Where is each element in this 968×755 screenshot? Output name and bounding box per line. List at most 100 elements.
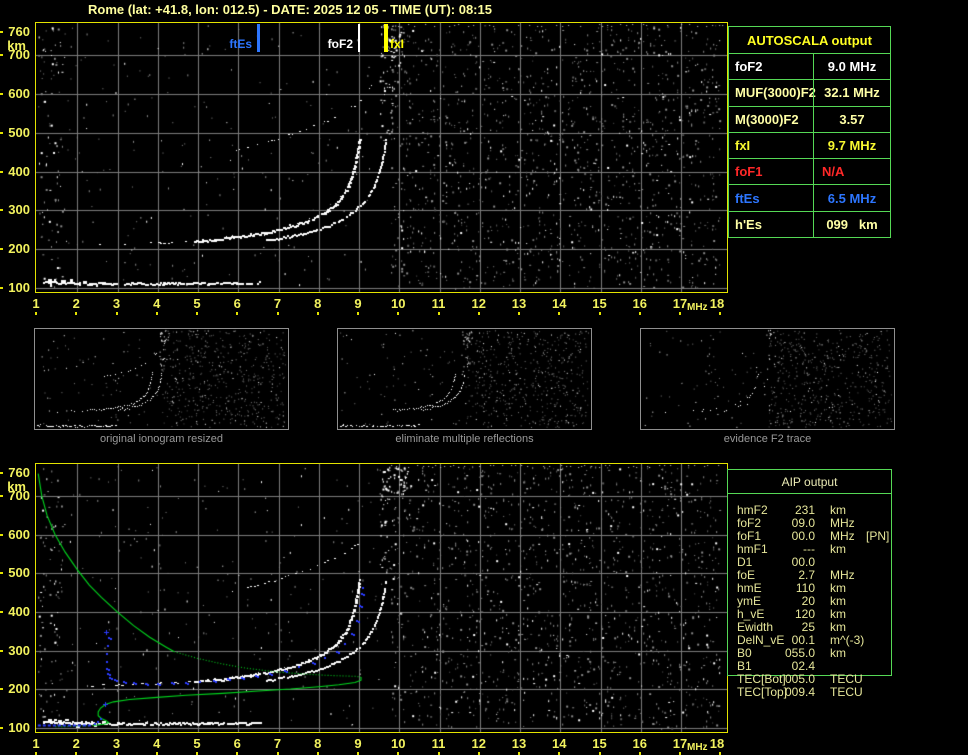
thumbnail-caption-original: original ionogram resized [34,433,289,445]
x-tick-label: 2 [73,736,80,751]
aip-row-unit: TECU [830,686,863,699]
x-axis-tick [236,312,238,315]
y-axis-tick [0,572,3,574]
x-tick-label: 3 [113,296,120,311]
x-tick-label: 11 [432,736,446,751]
x-tick-label: 6 [234,736,241,751]
x-tick-label: 14 [552,736,566,751]
page-title: Rome (lat: +41.8, lon: 012.5) - DATE: 20… [88,2,492,17]
autoscala-row-value: 32.1 MHz [813,79,890,105]
y-axis-tick [0,472,3,474]
x-tick-label: 15 [592,296,606,311]
x-tick-label: 17 [673,736,687,751]
x-tick-label: 7 [274,736,281,751]
y-axis-tick [0,534,3,536]
x-tick-label: 1 [32,736,39,751]
x-tick-label: 9 [354,296,361,311]
aip-row-unit: km [830,543,846,556]
y-axis-tick [0,287,3,289]
autoscala-row-label: foF2 [729,53,813,79]
x-tick-label: 16 [633,296,647,311]
autoscala-row-value: 6.5 MHz [813,184,890,210]
autoscala-table-grid: AUTOSCALA output foF29.0 MHzMUF(3000)F23… [728,26,891,238]
ionogram-plot-bottom [35,463,728,733]
x-axis-tick [639,312,641,315]
y-axis-tick [0,209,3,211]
x-axis-tick [679,312,681,315]
x-axis-tick [518,312,520,315]
x-tick-label: 7 [274,296,281,311]
y-tick-label: 600 [0,86,30,101]
autoscala-row-label: foF1 [729,158,813,184]
thumbnail-caption-f2trace: evidence F2 trace [640,433,895,445]
ionogram-canvas-top [36,23,727,292]
y-axis-unit-label: km [0,479,26,494]
y-axis-tick [0,31,3,33]
autoscala-output-table: AUTOSCALA output foF29.0 MHzMUF(3000)F23… [728,26,891,238]
x-tick-label: 13 [512,736,526,751]
marker-line-foF2 [358,24,360,52]
x-axis-tick [558,312,560,315]
x-axis-tick [317,312,319,315]
y-axis-tick [0,248,3,250]
autoscala-row-value: 099 km [813,211,890,237]
x-tick-label: 18 [710,296,724,311]
y-tick-label: 100 [0,720,30,735]
x-tick-label: 9 [354,736,361,751]
ionogram-canvas-bottom [36,464,727,732]
x-axis-tick [397,312,399,315]
autoscala-table-header: AUTOSCALA output [729,27,890,53]
x-tick-label: 10 [391,736,405,751]
x-tick-label: 8 [314,296,321,311]
x-tick-label: 14 [552,296,566,311]
thumbnail-caption-reflections: eliminate multiple reflections [337,433,592,445]
x-tick-label: 2 [73,296,80,311]
x-tick-label: 6 [234,296,241,311]
y-axis-unit-label: km [0,38,26,53]
marker-label-fxI: fxI [390,37,404,51]
aip-row-value: 009.4 [773,686,815,699]
autoscala-row-label: MUF(3000)F2 [729,79,813,105]
y-axis-tick [0,611,3,613]
y-tick-label: 100 [0,280,30,295]
autoscala-row-label: ftEs [729,184,813,210]
x-axis-tick [599,312,601,315]
x-axis-unit-label: MHz [687,302,708,313]
x-axis-tick [719,312,721,315]
y-tick-label: 500 [0,125,30,140]
aip-table-header: AIP output [728,470,891,494]
x-axis-tick [75,312,77,315]
x-axis-tick [357,312,359,315]
y-axis-tick [0,650,3,652]
x-tick-label: 8 [314,736,321,751]
x-tick-label: 4 [153,736,160,751]
marker-label-foF2: foF2 [323,37,353,51]
x-axis-tick [116,312,118,315]
thumbnail-canvas-f2trace [641,329,894,429]
aip-row: TEC[Top]009.4TECU [727,686,892,699]
y-axis-tick [0,727,3,729]
x-tick-label: 4 [153,296,160,311]
y-tick-label: 200 [0,241,30,256]
autoscala-row-label: fxI [729,132,813,158]
x-tick-label: 18 [710,736,724,751]
marker-label-ftEs: ftEs [222,37,252,51]
x-tick-label: 5 [193,736,200,751]
thumbnail-f2-trace [640,328,895,430]
autoscala-row-label: M(3000)F2 [729,106,813,132]
thumbnail-multiple-reflections [337,328,592,430]
aip-row-extra: [PN] [866,530,889,543]
y-tick-label: 300 [0,643,30,658]
marker-line-ftEs [257,24,260,52]
x-axis-unit-label: MHz [687,742,708,753]
x-axis-tick [196,312,198,315]
thumbnail-canvas-original [35,329,288,429]
thumbnail-canvas-reflections [338,329,591,429]
x-tick-label: 13 [512,296,526,311]
y-tick-label: 600 [0,527,30,542]
aip-row-unit: km [830,647,846,660]
x-tick-label: 10 [391,296,405,311]
marker-line-fxI [384,24,388,52]
autoscala-row-value: 3.57 [813,106,890,132]
y-axis-tick [0,171,3,173]
